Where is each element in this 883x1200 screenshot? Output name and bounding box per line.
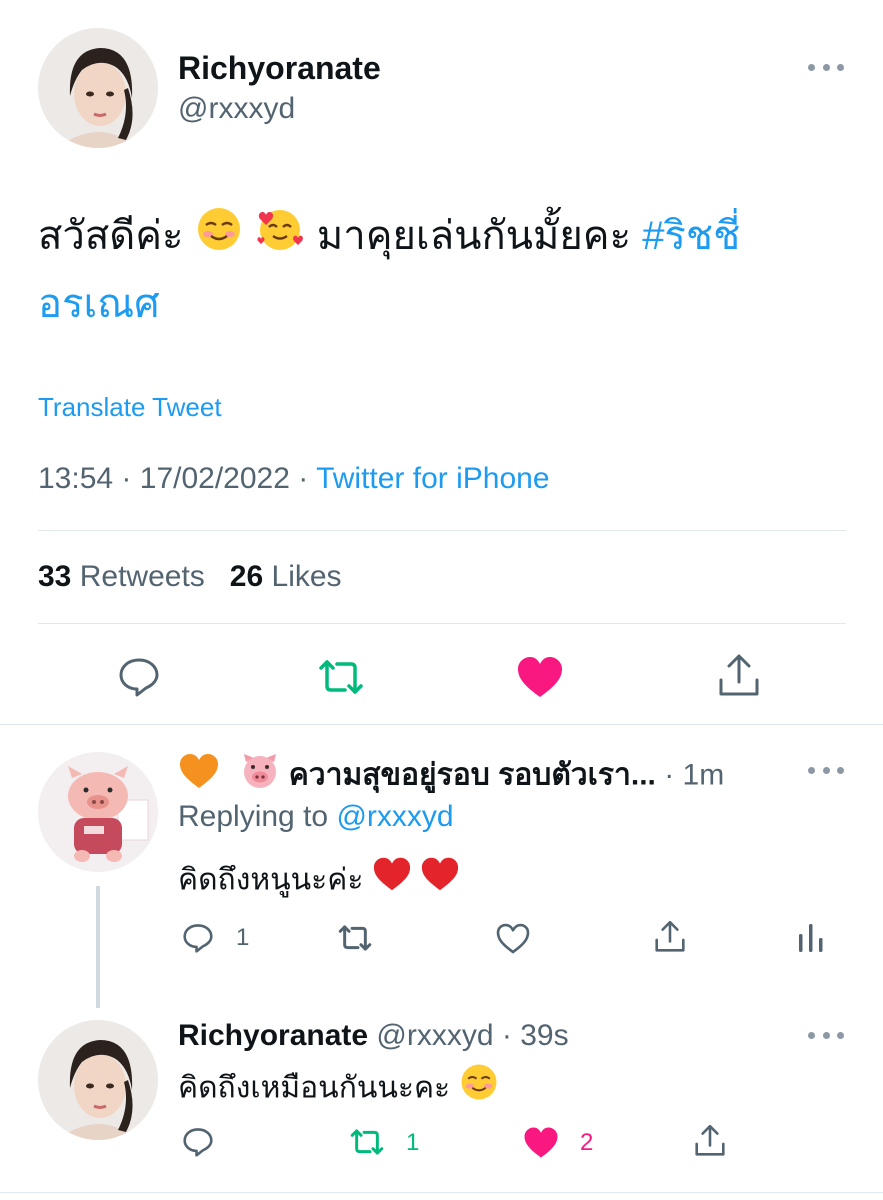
meta-separator: · xyxy=(121,462,132,495)
tweet-source-link[interactable]: Twitter for iPhone xyxy=(316,462,549,495)
tweet-meta: 13:54 · 17/02/2022 · Twitter for iPhone xyxy=(38,462,550,496)
retweet-icon[interactable] xyxy=(346,1124,388,1160)
reply-1-time: · 1m xyxy=(664,758,725,792)
retweets-count: 33 xyxy=(38,560,72,593)
more-options-icon[interactable] xyxy=(808,62,844,72)
reply-2-retweet-count: 1 xyxy=(406,1129,420,1156)
reply-1-header: ความสุขอยู่รอบ รอบตัวเรา... · 1m xyxy=(178,752,724,801)
thread-line xyxy=(96,886,100,1008)
retweet-icon[interactable] xyxy=(314,652,368,702)
divider xyxy=(0,1192,883,1193)
author-display-name[interactable]: Richyoranate xyxy=(178,50,381,87)
meta-separator: · xyxy=(298,462,309,495)
reply-2-display-name[interactable]: Richyoranate xyxy=(178,1019,368,1052)
tweet-text-greeting: สวัสดีค่ะ xyxy=(38,214,184,258)
smiling-face-icon xyxy=(459,1062,499,1117)
reply-2-like-count: 2 xyxy=(580,1129,594,1156)
likes-count: 26 xyxy=(229,560,264,593)
retweet-icon[interactable] xyxy=(334,920,376,956)
share-icon[interactable] xyxy=(714,650,764,702)
smiling-face-icon xyxy=(195,205,243,272)
divider xyxy=(38,623,846,624)
reply-2-text-body: คิดถึงเหมือนกันนะคะ xyxy=(178,1071,451,1105)
replying-to-label: Replying to xyxy=(178,800,329,833)
like-icon[interactable] xyxy=(494,920,532,956)
tweet-time: 13:54 xyxy=(38,462,114,495)
author-handle[interactable]: @rxxxyd xyxy=(178,92,295,126)
share-icon[interactable] xyxy=(652,918,688,956)
retweets-label: Retweets xyxy=(79,560,205,593)
reply-1-reply-count: 1 xyxy=(236,924,250,951)
reply-2-avatar[interactable] xyxy=(38,1020,158,1140)
replying-to: Replying to @rxxxyd xyxy=(178,800,454,834)
reply-1-time-value: 1m xyxy=(682,758,725,792)
reply-1-text: คิดถึงหนูนะค่ะ xyxy=(178,855,460,908)
author-avatar[interactable] xyxy=(38,28,158,148)
hashtag-link[interactable]: #ริชชี่ xyxy=(642,214,740,258)
reply-2-text: คิดถึงเหมือนกันนะคะ xyxy=(178,1062,499,1117)
pig-face-icon xyxy=(240,752,280,801)
like-icon[interactable] xyxy=(522,1124,560,1160)
reply-1-text-body: คิดถึงหนูนะค่ะ xyxy=(178,863,364,897)
more-options-icon[interactable] xyxy=(808,765,844,775)
reply-icon[interactable] xyxy=(180,1124,216,1160)
red-heart-icon xyxy=(420,855,460,908)
reply-avatar[interactable] xyxy=(38,752,158,872)
reply-1-display-name[interactable]: ความสุขอยู่รอบ รอบตัวเรา... xyxy=(289,758,656,791)
translate-tweet-link[interactable]: Translate Tweet xyxy=(38,392,222,423)
reply-icon[interactable] xyxy=(114,652,164,702)
orange-heart-icon xyxy=(178,752,220,801)
share-icon[interactable] xyxy=(692,1122,728,1160)
retweets-stat[interactable]: 33 Retweets xyxy=(38,560,205,593)
tweet-date: 17/02/2022 xyxy=(139,462,290,495)
engagement-stats: 33 Retweets 26 Likes xyxy=(38,560,342,594)
like-icon[interactable] xyxy=(514,652,566,702)
more-options-icon[interactable] xyxy=(808,1030,844,1040)
divider xyxy=(0,724,883,725)
smiling-face-with-hearts-icon xyxy=(254,205,306,272)
red-heart-icon xyxy=(372,855,412,908)
tweet-text-body: มาคุยเล่นกันมั้ยคะ xyxy=(316,214,632,258)
hashtag-link-continued[interactable]: อรเณศ xyxy=(38,282,160,326)
likes-label: Likes xyxy=(271,560,342,593)
reply-icon[interactable] xyxy=(180,920,216,956)
divider xyxy=(38,530,846,531)
tweet-text: สวัสดีค่ะ มาคุยเล่นกันมั้ยคะ #ริชชี่ อรเ… xyxy=(38,204,858,336)
likes-stat[interactable]: 26 Likes xyxy=(230,560,342,593)
reply-2-handle-time: @rxxxyd · 39s xyxy=(376,1019,569,1052)
reply-2-header: Richyoranate @rxxxyd · 39s xyxy=(178,1016,569,1056)
analytics-icon[interactable] xyxy=(794,920,828,956)
replying-to-handle[interactable]: @rxxxyd xyxy=(336,800,453,833)
